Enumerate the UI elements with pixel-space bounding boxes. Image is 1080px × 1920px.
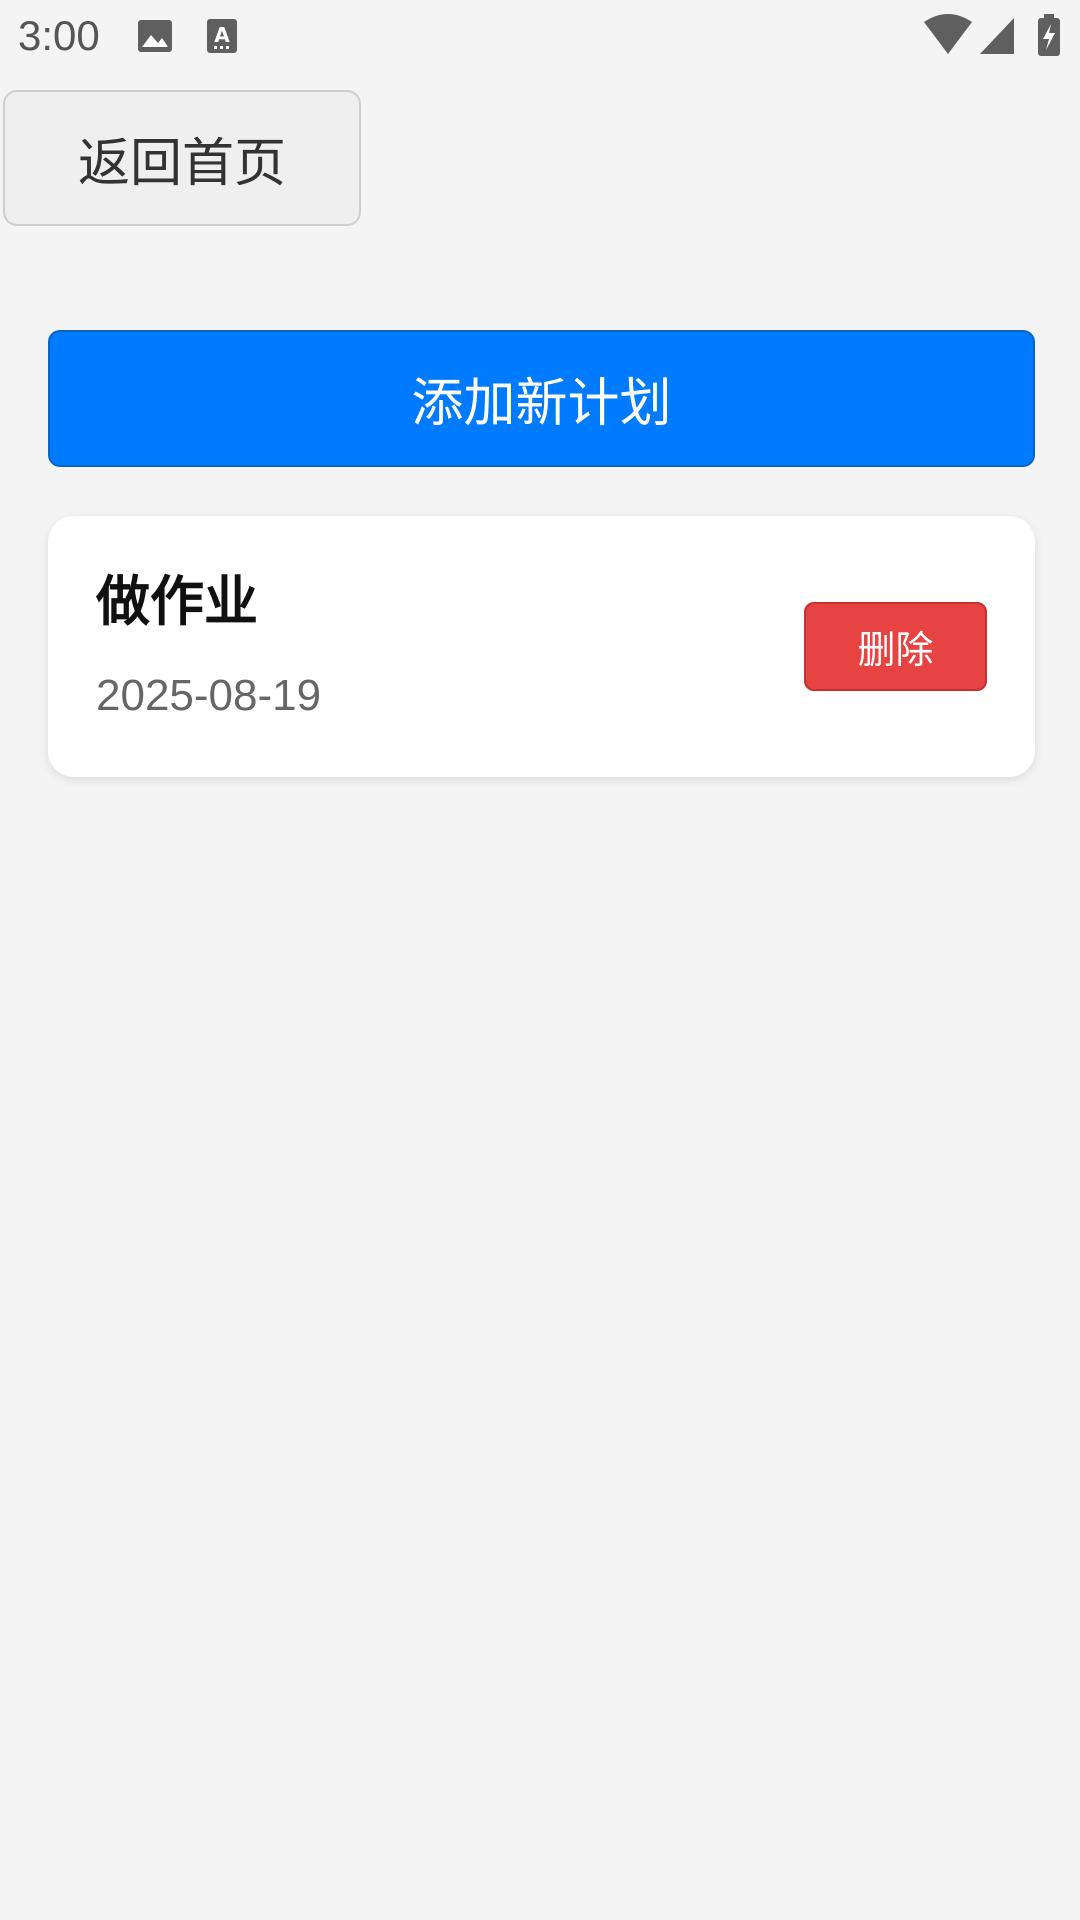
wifi-icon <box>922 14 974 58</box>
svg-text:A: A <box>214 23 230 47</box>
image-icon <box>135 16 175 56</box>
status-bar: 3:00 A <box>0 0 1080 72</box>
status-time: 3:00 <box>18 12 100 59</box>
delete-button[interactable]: 删除 <box>804 602 987 691</box>
plan-date: 2025-08-19 <box>96 671 322 720</box>
plan-title: 做作业 <box>96 570 258 633</box>
text-icon: A <box>202 16 242 56</box>
add-plan-button[interactable]: 添加新计划 <box>48 330 1035 467</box>
cell-signal-icon <box>978 16 1016 56</box>
back-home-button[interactable]: 返回首页 <box>3 90 361 226</box>
battery-charging-icon <box>1036 14 1062 58</box>
plan-card: 做作业 2025-08-19 删除 <box>48 516 1035 777</box>
